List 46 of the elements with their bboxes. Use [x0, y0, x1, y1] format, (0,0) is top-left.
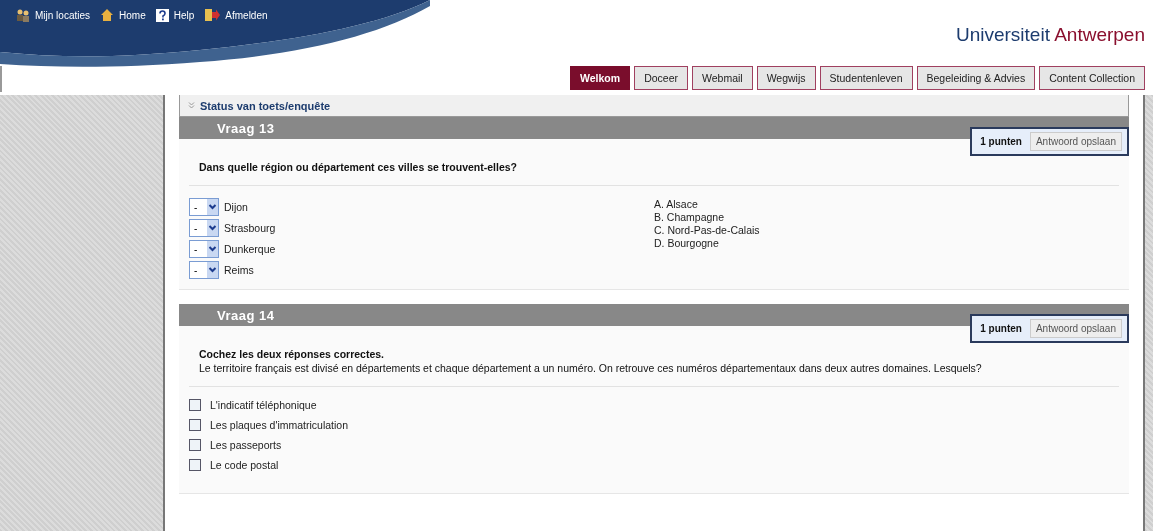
toolbar-link[interactable]: Mijn locaties: [16, 8, 91, 22]
question-instruction: Cochez les deux réponses correctes.: [199, 348, 385, 360]
nav-tab[interactable]: Webmail: [692, 66, 753, 90]
option-label: Les passeports: [210, 439, 282, 451]
door-icon: [204, 8, 221, 22]
answer-option: B. Champagne: [654, 211, 1119, 224]
nav-tab[interactable]: Begeleiding & Advies: [916, 66, 1036, 90]
answer-dropdown[interactable]: -: [189, 219, 219, 237]
question-title: Vraag 13: [217, 120, 275, 136]
answer-option: D. Bourgogne: [654, 237, 1119, 250]
question-title: Vraag 14: [217, 307, 275, 323]
answer-dropdown[interactable]: -: [189, 261, 219, 279]
checkbox[interactable]: [189, 419, 201, 431]
answer-dropdown[interactable]: -: [189, 240, 219, 258]
option-label: Le code postal: [210, 459, 279, 471]
save-answer-button[interactable]: Antwoord opslaan: [1029, 132, 1122, 151]
nav-tab[interactable]: Welkom: [570, 66, 631, 90]
checkbox[interactable]: [189, 459, 201, 471]
city-label: Dijon: [224, 201, 248, 213]
question-text: Le territoire français est divisé en départements et chaque département a un numéro. On retrouve ces numéros départementaux dans deux autres domaines. Lesquels?: [199, 362, 983, 374]
answer-option: A. Alsace: [654, 198, 1119, 211]
nav-tab[interactable]: Wegwijs: [756, 66, 816, 90]
option-label: Les plaques d'immatriculation: [210, 419, 348, 431]
checkbox[interactable]: [189, 399, 201, 411]
nav-tab[interactable]: Studentenleven: [819, 66, 913, 90]
house-icon: [100, 8, 115, 22]
question-text: Dans quelle région ou département ces villes se trouvent-elles?: [199, 161, 518, 173]
city-label: Strasbourg: [224, 222, 276, 234]
toolbar-link[interactable]: Afmelden: [204, 8, 268, 22]
points-label: 1 punten: [980, 136, 1022, 147]
status-toggle[interactable]: Status van toets/enquête: [179, 95, 1129, 117]
university-logo: Universiteit Antwerpen: [955, 24, 1145, 46]
people-icon: [16, 8, 30, 22]
nav-tab[interactable]: Content Collection: [1039, 66, 1145, 90]
toolbar-link[interactable]: Help: [155, 8, 195, 22]
answer-option: C. Nord-Pas-de-Calais: [654, 224, 1119, 237]
option-label: L'indicatif téléphonique: [210, 399, 317, 411]
checkbox[interactable]: [189, 439, 201, 451]
toolbar-link[interactable]: Home: [100, 8, 146, 22]
nav-tab[interactable]: Doceer: [634, 66, 688, 90]
answer-dropdown[interactable]: -: [189, 198, 219, 216]
save-answer-button[interactable]: Antwoord opslaan: [1029, 319, 1122, 338]
city-label: Dunkerque: [224, 243, 276, 255]
points-label: 1 punten: [980, 323, 1022, 334]
city-label: Reims: [224, 264, 254, 276]
chevron-icon: [188, 102, 195, 109]
